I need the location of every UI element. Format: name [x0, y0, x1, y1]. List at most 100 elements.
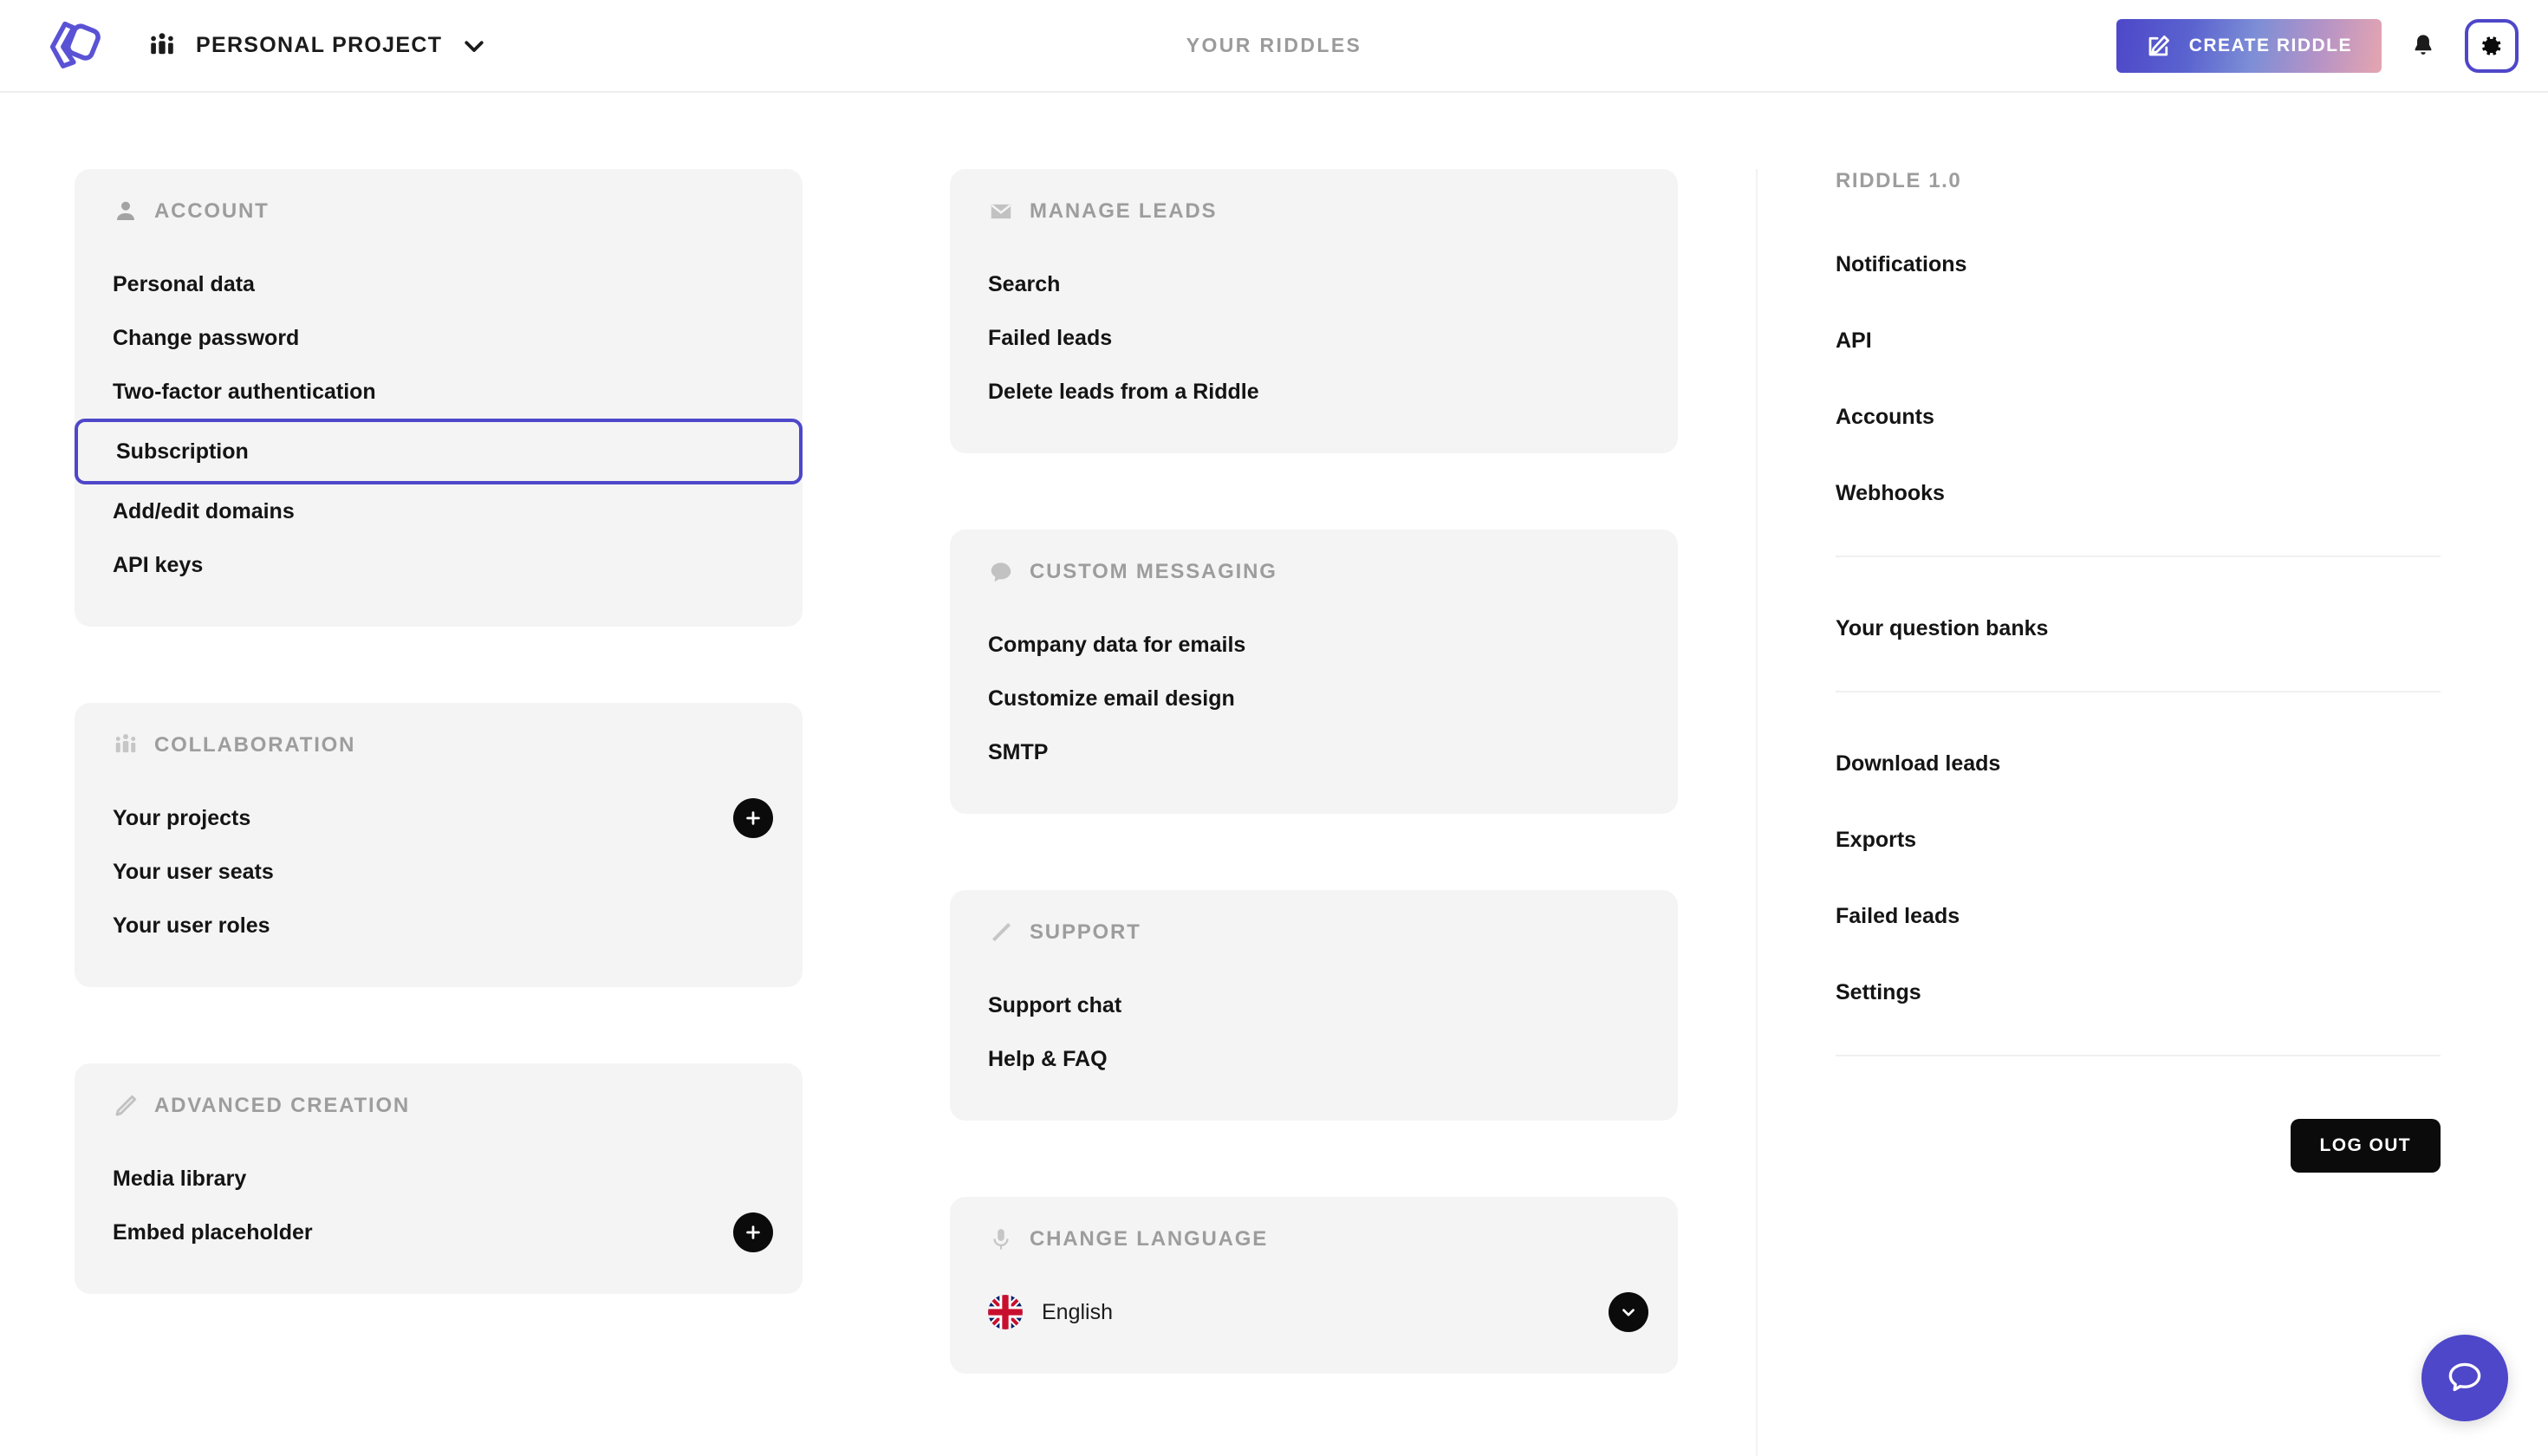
card-custom-messaging: CUSTOM MESSAGING Company data for emails… [950, 530, 1678, 814]
card-header: MANAGE LEADS [988, 198, 1640, 224]
menu-item-notifications[interactable]: Notifications [1836, 226, 2441, 302]
menu-item-label: SMTP [988, 739, 1049, 764]
card-account: ACCOUNT Personal data Change password Tw… [75, 169, 803, 627]
menu-item-customize-email-design[interactable]: Customize email design [988, 672, 1640, 725]
menu-item-label: Webhooks [1836, 480, 1945, 505]
menu-item-download-leads[interactable]: Download leads [1836, 725, 2441, 802]
menu-item-label: Change password [113, 325, 300, 350]
card-title: MANAGE LEADS [1030, 199, 1218, 223]
card-advanced-creation: ADVANCED CREATION Media library Embed pl… [75, 1063, 803, 1294]
menu-item-label: Exports [1836, 827, 1917, 852]
selected-language-label: English [1042, 1299, 1113, 1324]
menu-item-label: Settings [1836, 979, 1921, 1004]
menu-item-embed-placeholder[interactable]: Embed placeholder [113, 1206, 773, 1259]
menu-item-change-password[interactable]: Change password [113, 311, 764, 365]
group-people-icon [151, 32, 173, 54]
divider [1836, 691, 2441, 692]
menu-item-label: API [1836, 328, 1872, 353]
menu-item-label: Support chat [988, 992, 1122, 1017]
language-dropdown-button[interactable] [1609, 1292, 1648, 1332]
card-change-language: CHANGE LANGUAGE English [950, 1197, 1678, 1374]
menu-item-your-user-roles[interactable]: Your user roles [113, 899, 764, 952]
card-header: COLLABORATION [113, 732, 764, 758]
menu-item-help-and-faq[interactable]: Help & FAQ [988, 1032, 1640, 1086]
menu-item-label: Two-factor authentication [113, 379, 376, 404]
menu-item-settings[interactable]: Settings [1836, 954, 2441, 1030]
menu-item-your-user-seats[interactable]: Your user seats [113, 845, 764, 899]
add-embed-placeholder-button[interactable] [733, 1212, 773, 1252]
card-title: ADVANCED CREATION [154, 1094, 411, 1117]
menu-item-company-data-for-emails[interactable]: Company data for emails [988, 618, 1640, 672]
menu-item-label: Your user roles [113, 913, 270, 938]
menu-item-smtp[interactable]: SMTP [988, 725, 1640, 779]
card-title: SUPPORT [1030, 920, 1141, 944]
menu-item-label: Failed leads [988, 325, 1113, 350]
menu-item-media-library[interactable]: Media library [113, 1152, 764, 1206]
bell-icon [2415, 34, 2432, 55]
divider [1836, 1055, 2441, 1056]
wrench-icon [992, 923, 1011, 942]
menu-item-delete-leads-from-a-riddle[interactable]: Delete leads from a Riddle [988, 365, 1640, 419]
app-header: PERSONAL PROJECT YOUR RIDDLES CREATE RID… [0, 0, 2548, 93]
uk-flag-icon [988, 1295, 1023, 1329]
menu-item-label: Delete leads from a Riddle [988, 379, 1259, 404]
create-riddle-button[interactable]: CREATE RIDDLE [2116, 18, 2382, 73]
pencil-icon [115, 1095, 137, 1116]
section-riddle-1-0: RIDDLE 1.0 Notifications API Accounts We… [1836, 169, 2441, 1173]
pencil-square-icon [2148, 35, 2169, 55]
menu-item-webhooks[interactable]: Webhooks [1836, 455, 2441, 531]
menu-item-failed-leads-right[interactable]: Failed leads [1836, 878, 2441, 954]
right-column: RIDDLE 1.0 Notifications API Accounts We… [1756, 169, 2441, 1456]
card-title: CHANGE LANGUAGE [1030, 1227, 1269, 1251]
menu-item-search[interactable]: Search [988, 257, 1640, 311]
project-switcher[interactable]: PERSONAL PROJECT [147, 31, 487, 61]
card-support: SUPPORT Support chat Help & FAQ [950, 890, 1678, 1121]
support-chat-fab[interactable] [2421, 1335, 2508, 1421]
card-manage-leads: MANAGE LEADS Search Failed leads Delete … [950, 169, 1678, 453]
menu-item-personal-data[interactable]: Personal data [113, 257, 764, 311]
card-header: CUSTOM MESSAGING [988, 559, 1640, 585]
microphone-icon [993, 1229, 1009, 1250]
notifications-button[interactable] [2404, 25, 2442, 67]
menu-item-label: Search [988, 271, 1061, 296]
create-riddle-label: CREATE RIDDLE [2188, 35, 2352, 55]
settings-button[interactable] [2465, 18, 2519, 73]
language-selector[interactable]: English [988, 1285, 1648, 1339]
menu-item-accounts[interactable]: Accounts [1836, 379, 2441, 455]
divider [1836, 556, 2441, 557]
menu-item-label: Customize email design [988, 686, 1235, 711]
plus-icon [746, 1225, 760, 1239]
menu-item-subscription[interactable]: Subscription [75, 419, 803, 484]
riddle-logo[interactable] [42, 17, 107, 75]
chevron-down-icon [465, 40, 484, 52]
menu-item-your-question-banks[interactable]: Your question banks [1836, 590, 2441, 666]
envelope-icon [991, 204, 1011, 219]
menu-item-your-projects[interactable]: Your projects [113, 791, 773, 845]
project-name: PERSONAL PROJECT [196, 33, 443, 57]
card-header: ADVANCED CREATION [113, 1093, 764, 1119]
menu-item-label: Notifications [1836, 251, 1967, 276]
menu-item-failed-leads[interactable]: Failed leads [988, 311, 1640, 365]
menu-item-label: Personal data [113, 271, 255, 296]
header-actions: CREATE RIDDLE [2116, 18, 2519, 73]
card-title: COLLABORATION [154, 733, 356, 757]
menu-item-label: Download leads [1836, 751, 2001, 776]
gear-icon [2482, 36, 2501, 55]
menu-item-api-keys[interactable]: API keys [113, 538, 764, 592]
menu-item-api[interactable]: API [1836, 302, 2441, 379]
menu-item-exports[interactable]: Exports [1836, 802, 2441, 878]
menu-item-label: API keys [113, 552, 204, 577]
menu-item-support-chat[interactable]: Support chat [988, 978, 1640, 1032]
menu-item-label: Help & FAQ [988, 1046, 1108, 1071]
group-people-icon [115, 734, 136, 753]
menu-item-add-edit-domains[interactable]: Add/edit domains [113, 484, 764, 538]
person-icon [117, 201, 134, 220]
settings-page: ACCOUNT Personal data Change password Tw… [0, 93, 2548, 1456]
add-project-button[interactable] [733, 798, 773, 838]
menu-item-label: Embed placeholder [113, 1219, 313, 1245]
card-collaboration: COLLABORATION Your projects Your user se… [75, 703, 803, 987]
menu-item-two-factor-authentication[interactable]: Two-factor authentication [113, 365, 764, 419]
logout-button[interactable]: LOG OUT [2290, 1119, 2441, 1173]
card-header: ACCOUNT [113, 198, 764, 224]
menu-item-label: Failed leads [1836, 903, 1960, 928]
